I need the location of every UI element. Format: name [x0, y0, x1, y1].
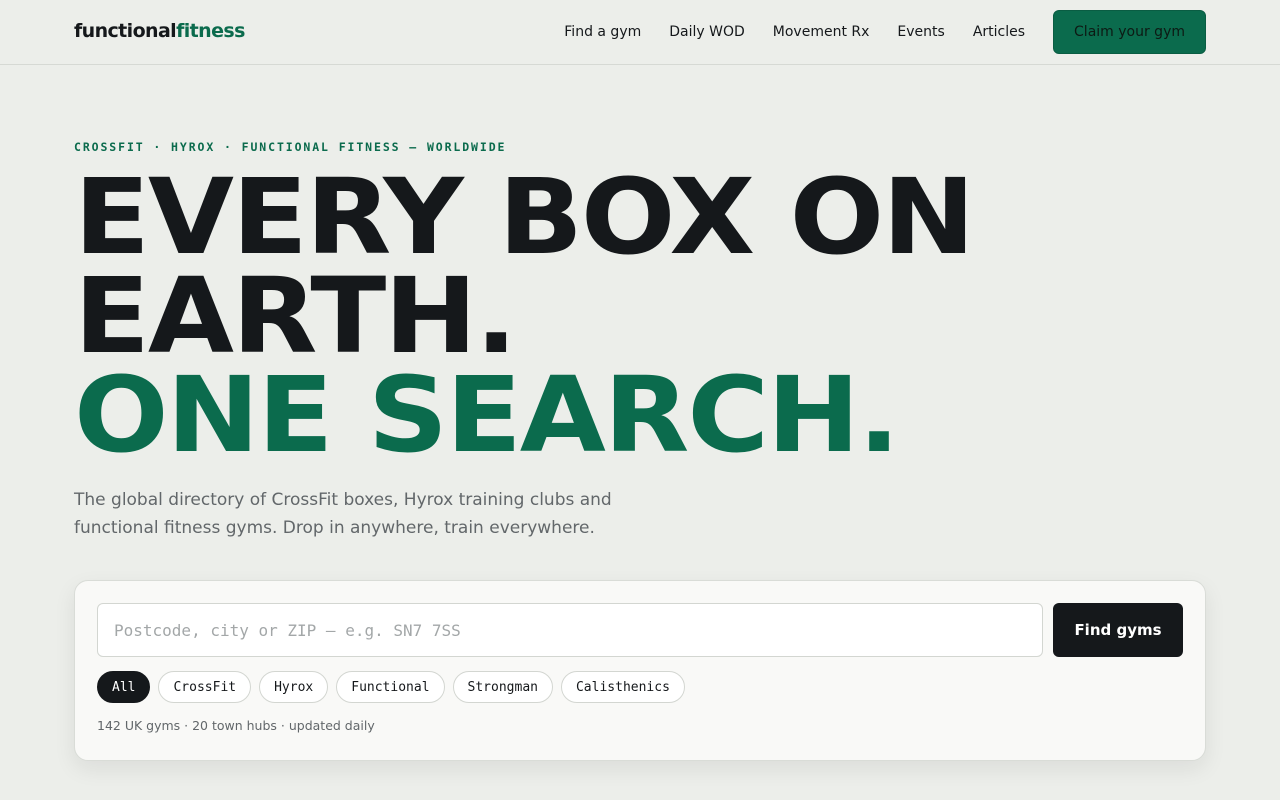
- search-meta-info: 142 UK gyms · 20 town hubs · updated dai…: [97, 718, 375, 733]
- location-search-input[interactable]: [97, 603, 1043, 657]
- filter-chip-strongman[interactable]: Strongman: [452, 671, 553, 703]
- hero-headline: EVERY BOX ON EARTH. ONE SEARCH.: [74, 156, 975, 476]
- filter-chip-crossfit[interactable]: CrossFit: [158, 671, 252, 703]
- headline-line-1: EVERY BOX ON: [74, 156, 975, 278]
- nav-link-movement-rx[interactable]: Movement Rx: [773, 24, 870, 40]
- filter-chip-functional[interactable]: Functional: [336, 671, 445, 703]
- search-card: Find gyms All CrossFit Hyrox Functional …: [74, 580, 1206, 761]
- site-logo[interactable]: functional fitness: [74, 20, 245, 42]
- nav-link-daily-wod[interactable]: Daily WOD: [669, 24, 745, 40]
- nav-link-find-a-gym[interactable]: Find a gym: [564, 24, 641, 40]
- nav-link-articles[interactable]: Articles: [973, 24, 1025, 40]
- claim-gym-button[interactable]: Claim your gym: [1053, 10, 1206, 54]
- filter-chip-calisthenics[interactable]: Calisthenics: [560, 671, 685, 703]
- logo-text-accent: fitness: [176, 20, 245, 42]
- find-gyms-button[interactable]: Find gyms: [1053, 603, 1183, 657]
- filter-chip-all[interactable]: All: [97, 671, 151, 703]
- filter-chips: All CrossFit Hyrox Functional Strongman …: [97, 671, 693, 703]
- main-nav: Find a gym Daily WOD Movement Rx Events …: [564, 10, 1206, 54]
- hero-eyebrow: CROSSFIT · HYROX · FUNCTIONAL FITNESS — …: [74, 140, 507, 154]
- headline-line-2: EARTH.: [74, 255, 517, 377]
- site-header: functional fitness Find a gym Daily WOD M…: [0, 0, 1280, 65]
- filter-chip-hyrox[interactable]: Hyrox: [259, 671, 329, 703]
- nav-link-events[interactable]: Events: [897, 24, 944, 40]
- logo-text-primary: functional: [74, 20, 177, 42]
- hero-subtitle: The global directory of CrossFit boxes, …: [74, 490, 612, 538]
- headline-line-3: ONE SEARCH.: [74, 354, 900, 476]
